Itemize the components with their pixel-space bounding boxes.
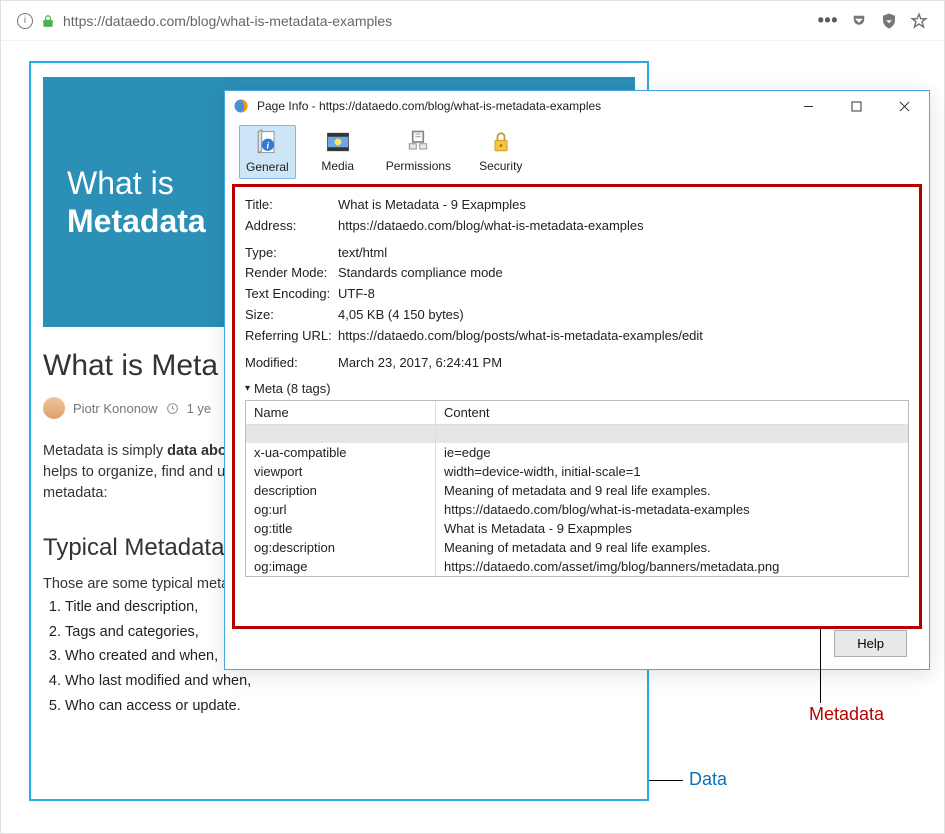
tab-label: Security <box>479 159 522 173</box>
dialog-titlebar[interactable]: Page Info - https://dataedo.com/blog/wha… <box>225 91 929 121</box>
document-info-icon: i <box>251 128 283 158</box>
kv-label: Modified: <box>245 353 338 374</box>
leader-line <box>820 629 821 703</box>
firefox-icon <box>233 98 249 114</box>
table-row[interactable]: descriptionMeaning of metadata and 9 rea… <box>246 481 908 500</box>
author-name: Piotr Kononow <box>73 401 158 416</box>
tab-label: General <box>246 160 289 174</box>
tab-media[interactable]: Media <box>312 125 364 179</box>
star-icon[interactable] <box>910 12 928 30</box>
table-row[interactable]: viewportwidth=device-width, initial-scal… <box>246 462 908 481</box>
address-url[interactable]: https://dataedo.com/blog/what-is-metadat… <box>63 13 392 29</box>
lock-icon <box>41 14 55 28</box>
col-header-name[interactable]: Name <box>246 401 436 424</box>
more-icon[interactable]: ••• <box>818 10 838 31</box>
kv-value: https://dataedo.com/blog/posts/what-is-m… <box>338 326 909 347</box>
security-lock-icon <box>485 127 517 157</box>
maximize-button[interactable] <box>839 95 873 117</box>
clock-icon <box>166 402 179 415</box>
metadata-region: Title:What is Metadata - 9 Exapmples Add… <box>232 184 922 629</box>
kv-label: Size: <box>245 305 338 326</box>
meta-expand-label: Meta (8 tags) <box>254 381 331 396</box>
tab-label: Permissions <box>386 159 451 173</box>
avatar <box>43 397 65 419</box>
col-header-content[interactable]: Content <box>436 401 908 424</box>
permissions-icon <box>402 127 434 157</box>
table-row[interactable]: og:descriptionMeaning of metadata and 9 … <box>246 538 908 557</box>
annotation-data: Data <box>689 769 727 790</box>
tab-permissions[interactable]: Permissions <box>380 125 457 179</box>
kv-value: 4,05 KB (4 150 bytes) <box>338 305 909 326</box>
minimize-button[interactable] <box>791 95 825 117</box>
kv-label: Text Encoding: <box>245 284 338 305</box>
meta-expand-row[interactable]: ▾ Meta (8 tags) <box>245 381 909 396</box>
leader-line <box>649 780 683 781</box>
media-icon <box>322 127 354 157</box>
page-info-dialog: Page Info - https://dataedo.com/blog/wha… <box>224 90 930 670</box>
svg-text:i: i <box>267 140 270 151</box>
tab-security[interactable]: Security <box>473 125 528 179</box>
banner-line2: Metadata <box>67 203 206 239</box>
table-row-selected[interactable] <box>246 425 908 443</box>
banner-line1: What is <box>67 165 174 201</box>
table-row[interactable]: og:imagehttps://dataedo.com/asset/img/bl… <box>246 557 908 576</box>
table-row[interactable]: x-ua-compatibleie=edge <box>246 443 908 462</box>
kv-label: Title: <box>245 195 338 216</box>
kv-value: What is Metadata - 9 Exapmples <box>338 195 909 216</box>
address-bar: i https://dataedo.com/blog/what-is-metad… <box>1 1 944 41</box>
kv-value: Standards compliance mode <box>338 263 909 284</box>
kv-value: UTF-8 <box>338 284 909 305</box>
annotation-metadata: Metadata <box>809 704 884 725</box>
info-icon[interactable]: i <box>17 13 33 29</box>
tab-general[interactable]: i General <box>239 125 296 179</box>
kv-label: Referring URL: <box>245 326 338 347</box>
dialog-title: Page Info - https://dataedo.com/blog/wha… <box>257 99 783 113</box>
table-row[interactable]: og:titleWhat is Metadata - 9 Exapmples <box>246 519 908 538</box>
browser-window: i https://dataedo.com/blog/what-is-metad… <box>0 0 945 834</box>
kv-value: https://dataedo.com/blog/what-is-metadat… <box>338 216 909 237</box>
dialog-toolbar: i General Media Permissions Se <box>225 121 929 185</box>
kv-label: Address: <box>245 216 338 237</box>
kv-label: Type: <box>245 243 338 264</box>
chevron-down-icon: ▾ <box>245 383 250 394</box>
kv-label: Render Mode: <box>245 263 338 284</box>
article-date: 1 ye <box>187 401 212 416</box>
tab-label: Media <box>321 159 354 173</box>
close-button[interactable] <box>887 95 921 117</box>
list-item: Who can access or update. <box>65 694 635 719</box>
kv-value: text/html <box>338 243 909 264</box>
shield-down-icon[interactable] <box>880 12 898 30</box>
table-row[interactable]: og:urlhttps://dataedo.com/blog/what-is-m… <box>246 500 908 519</box>
help-button[interactable]: Help <box>834 630 907 657</box>
list-item: Who last modified and when, <box>65 669 635 694</box>
meta-table: Name Content x-ua-compatibleie=edge view… <box>245 400 909 577</box>
kv-value: March 23, 2017, 6:24:41 PM <box>338 353 909 374</box>
pocket-icon[interactable] <box>850 12 868 30</box>
